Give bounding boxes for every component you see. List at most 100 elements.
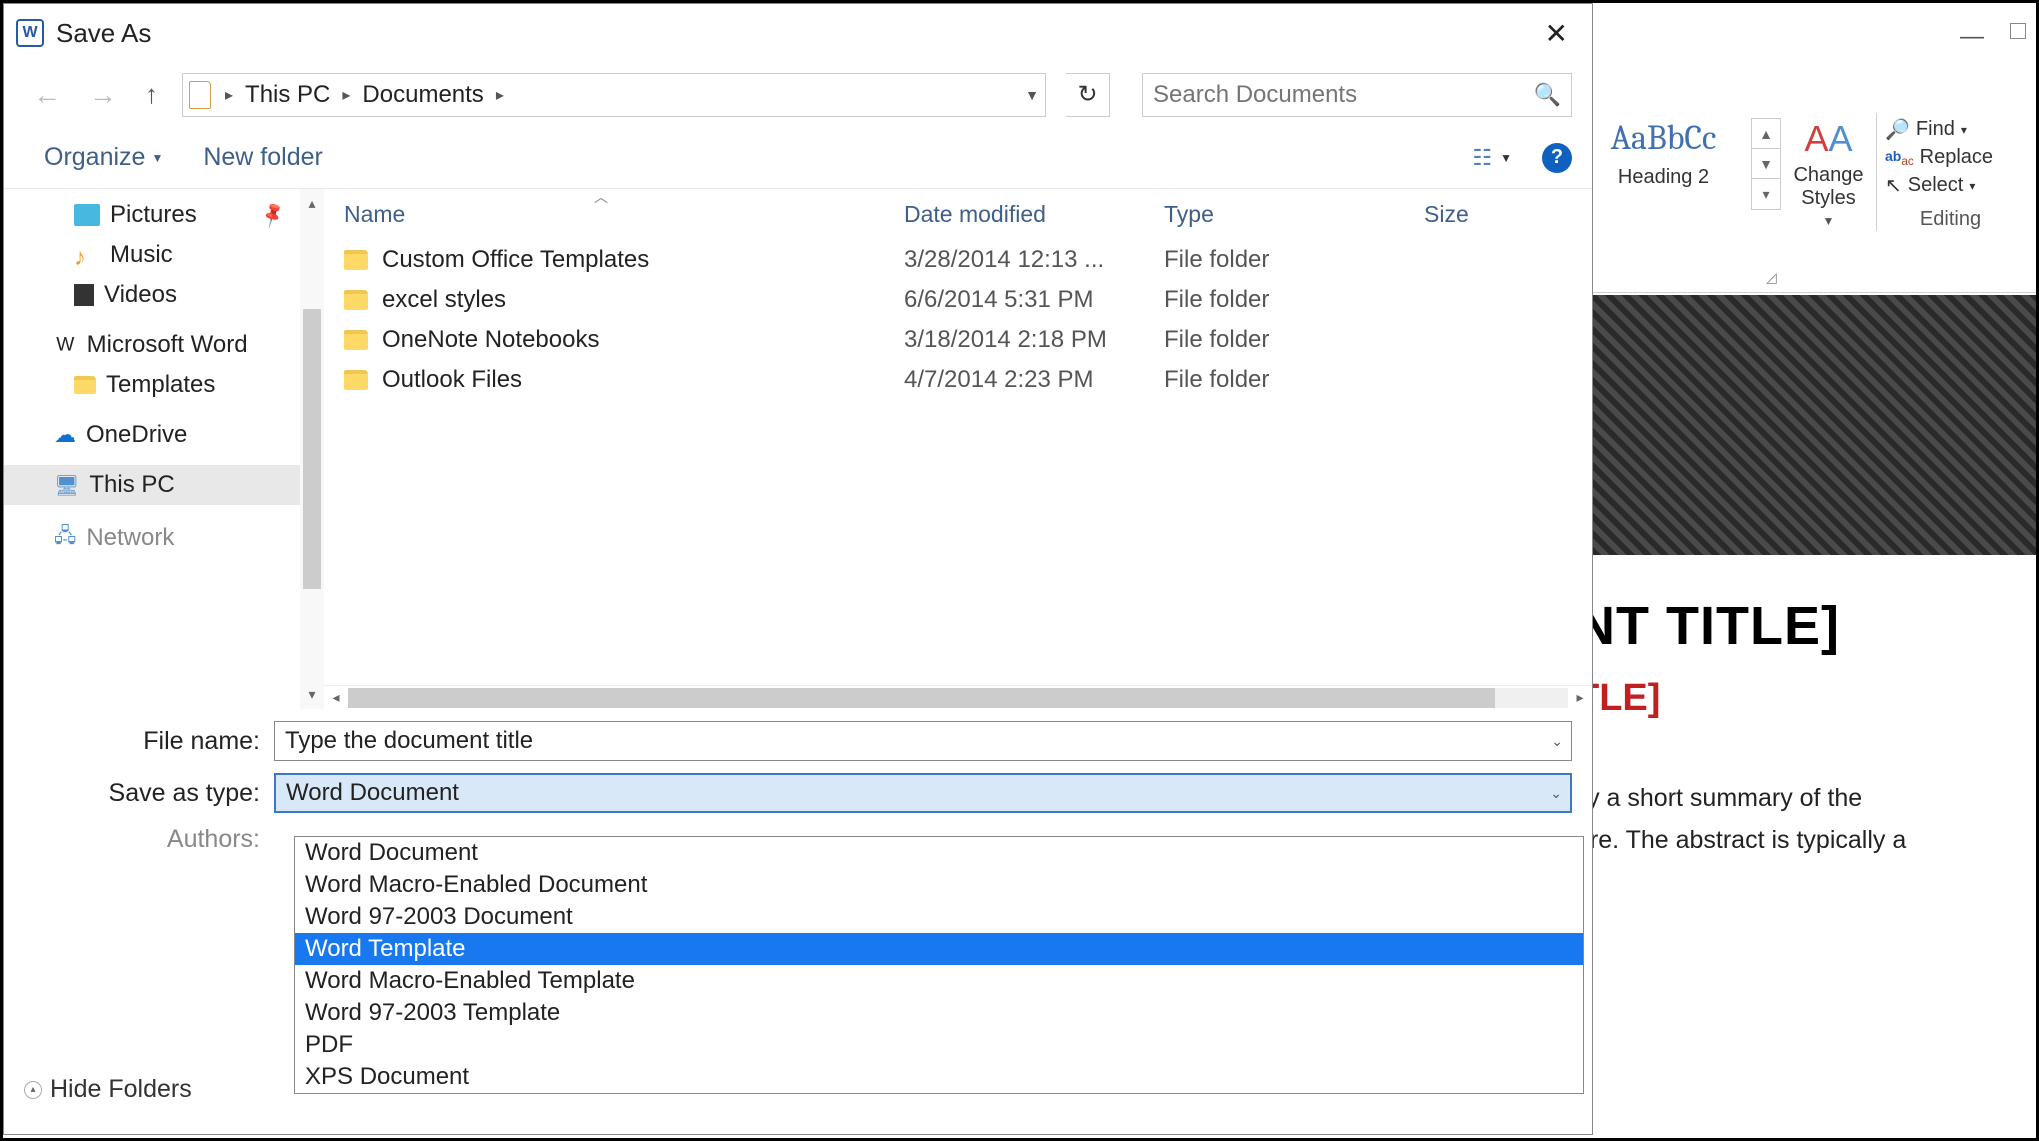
tree-item-onedrive[interactable]: ☁OneDrive [4,415,324,455]
scroll-thumb[interactable] [303,309,321,589]
type-option[interactable]: Word 97-2003 Template [295,997,1583,1029]
view-options-icon[interactable]: ☷ [1472,145,1492,171]
folder-icon [344,290,368,310]
file-list-header[interactable]: ︿ Name Date modified Type Size [324,189,1592,240]
style-preview-text: AaBbCc [1576,118,1751,158]
organize-button[interactable]: Organize▼ [44,143,163,172]
type-option[interactable]: Word Macro-Enabled Template [295,965,1583,997]
file-name-text: OneNote Notebooks [382,326,599,354]
bg-maximize-button[interactable] [2010,23,2026,39]
chevron-right-icon[interactable]: ▸ [490,85,510,105]
breadcrumb-dropdown-icon[interactable]: ▼ [1025,87,1039,103]
chevron-right-icon[interactable]: ▸ [336,85,356,105]
type-option[interactable]: Word Document [295,837,1583,869]
authors-label: Authors: [44,825,274,854]
type-option[interactable]: XPS Document [295,1061,1583,1093]
file-date-text: 6/6/2014 5:31 PM [904,286,1164,314]
tree-item-thispc[interactable]: 🖥This PC [4,465,324,505]
document-header-image [1576,295,2036,555]
type-option[interactable]: Word Macro-Enabled Document [295,869,1583,901]
change-styles-button[interactable]: AA Change Styles ▼ [1781,113,1876,233]
breadcrumb-root-icon [189,81,211,109]
dialog-title-text: Save As [56,18,1533,49]
breadcrumb-seg-thispc[interactable]: This PC [239,81,336,109]
horizontal-scrollbar[interactable]: ◂ ▸ [324,685,1592,709]
hide-folders-button[interactable]: ▴ Hide Folders [24,1075,192,1104]
replace-button[interactable]: abacReplace [1885,146,2016,169]
column-header-size[interactable]: Size [1424,201,1524,228]
column-header-name[interactable]: Name [324,201,904,228]
type-option[interactable]: Word 97-2003 Document [295,901,1583,933]
tree-item-videos[interactable]: Videos [4,275,324,315]
chevron-down-icon[interactable]: ⌄ [1550,785,1562,802]
type-option[interactable]: Word Template [295,933,1583,965]
select-button[interactable]: ↖Select▾ [1885,173,2016,198]
style-gallery-item[interactable]: AaBbCc Heading 2 [1576,113,1751,194]
file-row[interactable]: excel styles6/6/2014 5:31 PMFile folder [324,280,1592,320]
tree-item-network[interactable]: 🖧Network [4,515,324,561]
word-app-icon: W [16,19,44,47]
chevron-down-icon[interactable]: ⌄ [1551,733,1563,750]
nav-forward-button[interactable]: → [85,75,121,115]
search-input[interactable] [1153,81,1534,109]
help-button[interactable]: ? [1542,143,1572,173]
nav-back-button[interactable]: ← [29,75,65,115]
file-date-text: 3/28/2014 12:13 ... [904,246,1164,274]
folder-icon [344,330,368,350]
tree-item-templates[interactable]: Templates [4,365,324,405]
folder-icon [344,250,368,270]
breadcrumb-bar[interactable]: ▸ This PC ▸ Documents ▸ ▼ [182,73,1046,117]
file-type-text: File folder [1164,366,1424,394]
file-type-text: File folder [1164,246,1424,274]
file-date-text: 3/18/2014 2:18 PM [904,326,1164,354]
tree-scrollbar[interactable]: ▴ ▾ [300,189,324,709]
dialog-titlebar[interactable]: W Save As ✕ [4,4,1592,62]
filename-input[interactable]: Type the document title⌄ [274,721,1572,761]
tree-item-pictures[interactable]: Pictures [4,195,324,235]
style-name-label: Heading 2 [1576,166,1751,189]
navigation-tree: Pictures ♪Music Videos WMicrosoft Word T… [4,189,324,709]
filename-label: File name: [44,727,274,756]
find-button[interactable]: 🔎Find▾ [1885,117,2016,142]
scroll-up-icon[interactable]: ▴ [300,189,324,218]
scroll-thumb[interactable] [348,688,1495,708]
saveas-type-dropdown[interactable]: Word DocumentWord Macro-Enabled Document… [294,836,1584,1094]
type-option[interactable]: PDF [295,1029,1583,1061]
file-row[interactable]: Outlook Files 4/7/2014 2:23 PMFile folder [324,360,1592,400]
scroll-left-icon[interactable]: ◂ [324,689,348,706]
saveas-type-select[interactable]: Word Document⌄ [274,773,1572,813]
bg-minimize-button[interactable]: — [1960,23,1980,43]
file-type-text: File folder [1164,326,1424,354]
style-gallery-scroller[interactable]: ▲▼▾ [1751,118,1781,210]
chevron-right-icon[interactable]: ▸ [219,85,239,105]
document-subtitle-text: TLE] [1576,677,2036,720]
tree-item-msword[interactable]: WMicrosoft Word [4,325,324,365]
scroll-right-icon[interactable]: ▸ [1568,689,1592,706]
file-name-text: Outlook Files [382,366,522,394]
folder-icon [344,370,368,390]
file-date-text: 4/7/2014 2:23 PM [904,366,1164,394]
tree-item-music[interactable]: ♪Music [4,235,324,275]
styles-dialog-launcher-icon[interactable]: ◿ [1766,269,1777,286]
word-background-window: — AaBbCc Heading 2 ▲▼▾ AA Change Styles … [1576,3,2036,1138]
sort-indicator-icon: ︿ [594,187,608,207]
file-name-text: Custom Office Templates [382,246,649,274]
document-title-text: NT TITLE] [1576,595,2036,657]
refresh-button[interactable]: ↻ [1066,73,1110,117]
new-folder-button[interactable]: New folder [203,143,323,172]
breadcrumb-seg-documents[interactable]: Documents [356,81,489,109]
saveas-type-label: Save as type: [44,779,274,808]
column-header-date[interactable]: Date modified [904,201,1164,228]
save-as-dialog: W Save As ✕ ← → ↑ ▸ This PC ▸ Documents … [3,3,1593,1135]
nav-up-button[interactable]: ↑ [141,75,162,114]
file-row[interactable]: Custom Office Templates 3/28/2014 12:13 .… [324,240,1592,280]
scroll-down-icon[interactable]: ▾ [300,680,324,709]
search-icon[interactable]: 🔍 [1534,82,1561,108]
view-options-dropdown-icon[interactable]: ▼ [1500,151,1512,165]
close-button[interactable]: ✕ [1533,13,1580,54]
document-body-line2: ere. The abstract is typically a [1576,822,2036,860]
column-header-type[interactable]: Type [1164,201,1424,228]
file-list: Custom Office Templates 3/28/2014 12:13 .… [324,240,1592,685]
file-row[interactable]: OneNote Notebooks 3/18/2014 2:18 PMFile f… [324,320,1592,360]
search-box[interactable]: 🔍 [1142,73,1572,117]
